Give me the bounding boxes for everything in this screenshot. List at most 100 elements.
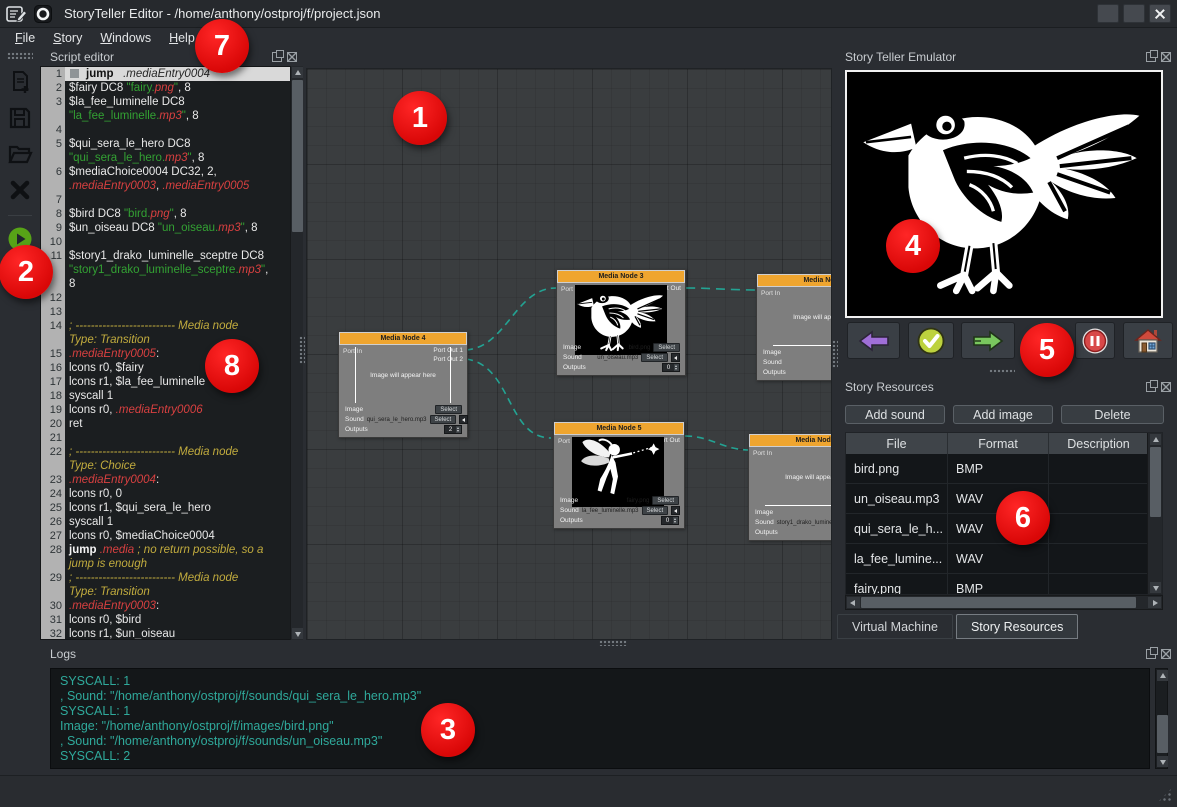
maximize-button[interactable] xyxy=(1123,4,1145,23)
select-image-button[interactable]: Select xyxy=(653,343,680,352)
speaker-icon[interactable] xyxy=(671,506,680,515)
stepper-arrows-icon[interactable] xyxy=(456,426,461,433)
splitter-handle[interactable] xyxy=(599,640,627,646)
code-token: Type: Transition xyxy=(69,334,150,346)
select-sound-button[interactable]: Select xyxy=(641,353,668,362)
open-folder-icon[interactable] xyxy=(7,141,33,167)
speaker-icon[interactable] xyxy=(671,353,680,362)
close-project-icon[interactable] xyxy=(7,177,33,203)
select-sound-button[interactable]: Select xyxy=(642,506,669,515)
node-title[interactable]: Media Node 5 xyxy=(554,422,684,435)
annotation-badge-3: 3 xyxy=(421,703,475,757)
code-token: lcons r1, $un_oiseau xyxy=(69,628,175,640)
node-title[interactable]: Media Node 4 xyxy=(339,332,467,345)
table-vscroll-thumb[interactable] xyxy=(1150,447,1161,517)
add-sound-button[interactable]: Add sound xyxy=(845,405,945,424)
close-panel-icon[interactable] xyxy=(1161,382,1171,392)
toolbar-drag-handle[interactable] xyxy=(7,52,33,59)
scroll-down-icon[interactable] xyxy=(292,628,303,639)
scroll-left-icon[interactable] xyxy=(847,597,860,608)
image-field-value: fairy.png xyxy=(627,498,650,504)
add-image-button[interactable]: Add image xyxy=(953,405,1053,424)
media-node[interactable]: Media Node 5Port InPort OutImagefairy.pn… xyxy=(553,421,685,529)
code-text: ; -------------------------- Media node xyxy=(65,319,302,333)
select-sound-button[interactable]: Select xyxy=(430,415,457,424)
tab-story-resources[interactable]: Story Resources xyxy=(956,614,1078,639)
code-token: .mediaEntry0005 xyxy=(69,348,156,360)
stepper-arrows-icon[interactable] xyxy=(674,364,679,371)
close-panel-icon[interactable] xyxy=(287,52,297,62)
menu-item-windows[interactable]: Windows xyxy=(91,29,160,47)
close-button[interactable] xyxy=(1149,4,1171,23)
float-panel-icon[interactable] xyxy=(1146,649,1156,659)
logs-scroll-thumb[interactable] xyxy=(1157,715,1168,753)
code-line: Type: Transition xyxy=(41,585,302,599)
node-title[interactable]: Media Node 3 xyxy=(557,270,685,283)
splitter-handle[interactable] xyxy=(832,340,838,368)
next-button[interactable] xyxy=(961,322,1015,359)
table-row[interactable]: fairy.pngBMP xyxy=(846,574,1162,595)
close-panel-icon[interactable] xyxy=(1161,52,1171,62)
minimize-button[interactable] xyxy=(1097,4,1119,23)
menu-item-file[interactable]: File xyxy=(6,29,44,47)
media-node[interactable]: Media Node 6Port InImage will appear her… xyxy=(748,433,832,541)
delete-button[interactable]: Delete xyxy=(1061,405,1164,424)
select-image-button[interactable]: Select xyxy=(435,405,462,414)
emulator-header: Story Teller Emulator xyxy=(837,48,1177,66)
media-node[interactable]: Media Node 4Port InPort Out 1Port Out 2I… xyxy=(338,331,468,438)
code-line: jump is enough xyxy=(41,557,302,571)
close-panel-icon[interactable] xyxy=(1161,649,1171,659)
splitter-handle[interactable] xyxy=(299,336,305,364)
table-row[interactable]: la_fee_lumine...WAV xyxy=(846,544,1162,574)
media-node[interactable]: Media Node 3Port InPort OutImagebird.png… xyxy=(556,269,686,376)
select-image-button[interactable]: Select xyxy=(652,496,679,505)
table-row[interactable]: bird.pngBMP xyxy=(846,454,1162,484)
float-panel-icon[interactable] xyxy=(272,52,282,62)
stepper-arrows-icon[interactable] xyxy=(673,517,678,524)
node-title[interactable]: Media Node 6 xyxy=(749,434,832,447)
pause-button[interactable] xyxy=(1075,322,1115,359)
code-line: 12 xyxy=(41,291,302,305)
table-hscrollbar[interactable] xyxy=(845,595,1163,610)
table-hscroll-thumb[interactable] xyxy=(861,597,1136,608)
speaker-icon[interactable] xyxy=(459,415,468,424)
scroll-up-icon[interactable] xyxy=(1157,670,1168,681)
scroll-down-icon[interactable] xyxy=(1150,582,1161,593)
logs-scrollbar[interactable] xyxy=(1155,668,1168,769)
sound-field-row: Soundun_oiseau.mp3Select xyxy=(563,353,680,362)
ok-button[interactable] xyxy=(908,322,954,359)
table-vscrollbar[interactable] xyxy=(1147,433,1162,594)
scroll-down-icon[interactable] xyxy=(1157,756,1168,767)
column-header-description[interactable]: Description xyxy=(1049,433,1149,454)
column-header-file[interactable]: File xyxy=(846,433,948,454)
node-title[interactable]: Media Node 2 xyxy=(757,274,832,287)
menu-item-story[interactable]: Story xyxy=(44,29,91,47)
float-panel-icon[interactable] xyxy=(1146,382,1156,392)
title-bar: StoryTeller Editor - /home/anthony/ostpr… xyxy=(0,0,1177,28)
outputs-stepper[interactable]: 0 xyxy=(662,363,680,372)
node-graph-canvas[interactable]: Media Node 4Port InPort Out 1Port Out 2I… xyxy=(306,68,832,640)
scroll-up-icon[interactable] xyxy=(292,67,303,78)
code-editor[interactable]: 1jump .mediaEntry00042$fairy DC8 "fairy.… xyxy=(40,66,303,640)
outputs-stepper[interactable]: 0 xyxy=(661,516,679,525)
code-line: 7 xyxy=(41,193,302,207)
code-token: jump xyxy=(86,68,113,80)
scroll-right-icon[interactable] xyxy=(1148,597,1161,608)
save-icon[interactable] xyxy=(7,105,33,131)
code-text: lcons r0, $fairy xyxy=(65,361,302,375)
status-bar xyxy=(0,775,1177,807)
resize-grip[interactable] xyxy=(1157,787,1173,803)
media-node[interactable]: Media Node 2Port InImage will appear her… xyxy=(756,273,832,381)
splitter-handle[interactable] xyxy=(989,369,1015,373)
new-file-icon[interactable] xyxy=(7,69,33,95)
home-button[interactable] xyxy=(1123,322,1173,359)
back-button[interactable] xyxy=(847,322,900,359)
editor-scrollbar-thumb[interactable] xyxy=(292,80,303,232)
scroll-up-icon[interactable] xyxy=(1150,434,1161,445)
column-header-format[interactable]: Format xyxy=(948,433,1049,454)
outputs-stepper[interactable]: 2 xyxy=(444,425,462,434)
logs-panel: Logs SYSCALL: 1, Sound: "/home/anthony/o… xyxy=(40,645,1177,775)
tab-virtual-machine[interactable]: Virtual Machine xyxy=(837,614,953,639)
app-logo-icon xyxy=(34,5,52,23)
float-panel-icon[interactable] xyxy=(1146,52,1156,62)
